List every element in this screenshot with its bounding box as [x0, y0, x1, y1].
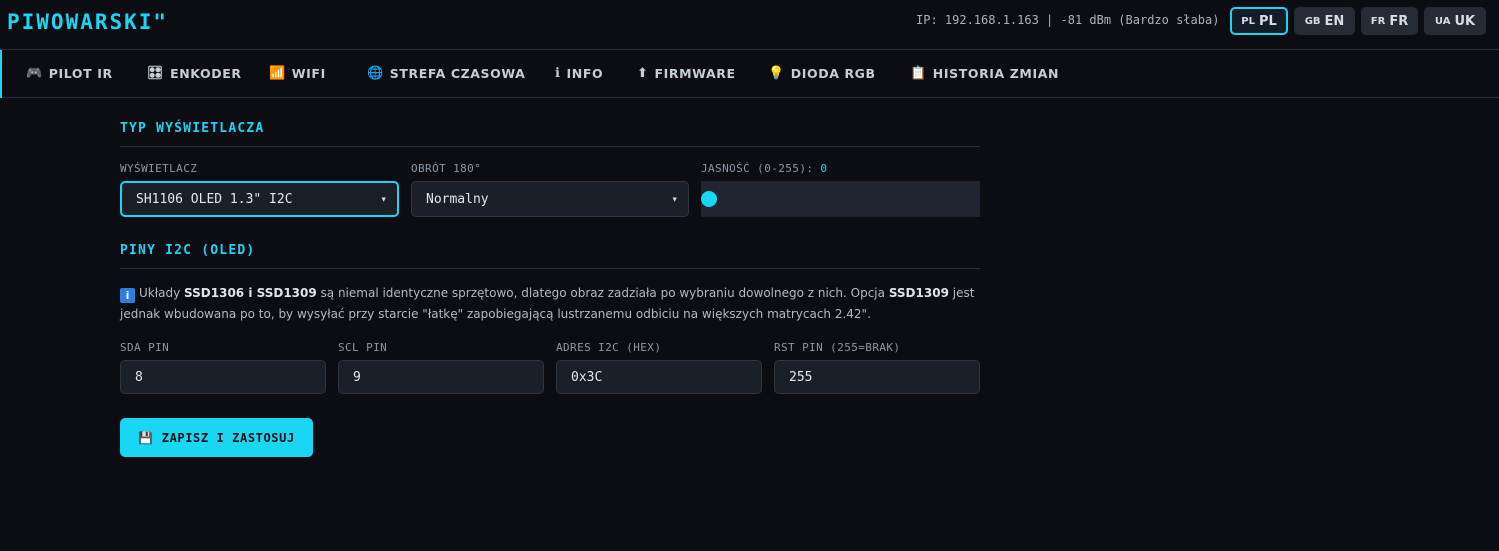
scl-pin-value: 9 [353, 369, 361, 385]
rotation-value: Normalny [426, 191, 489, 207]
encoder-icon: 🎛 [147, 66, 165, 81]
scl-pin-input[interactable]: 9 [338, 360, 544, 394]
tab-label: FIRMWARE [654, 66, 736, 81]
display-type-label: WYŚWIETLACZ [120, 162, 198, 175]
tab-label: PILOT IR [48, 66, 113, 81]
divider [120, 146, 980, 147]
tab-label: DIODA RGB [790, 66, 876, 81]
rotation-select[interactable]: Normalny ▾ [411, 181, 689, 217]
globe-icon: 🌐 [367, 66, 384, 81]
lang-button-uk[interactable]: UA UK [1424, 7, 1486, 35]
lang-button-pl[interactable]: PL PL [1230, 7, 1288, 35]
tab-historia-zmian[interactable]: 📋 HISTORIA ZMIAN [910, 66, 1059, 81]
note-bold-chips: SSD1306 i SSD1309 [184, 286, 317, 300]
brightness-label: JASNOŚĆ (0-255): 0 [701, 162, 827, 175]
flag-ua-icon: UA [1434, 15, 1451, 27]
tab-label: WIFI [291, 66, 326, 81]
chevron-down-icon: ▾ [380, 192, 387, 206]
sda-pin-value: 8 [135, 369, 143, 385]
i2c-info-note: i Układy SSD1306 i SSD1309 są niemal iden… [120, 283, 980, 325]
lang-label: EN [1324, 13, 1345, 29]
lang-label: PL [1258, 13, 1277, 29]
info-icon: ℹ [555, 66, 561, 81]
tab-wifi[interactable]: 📶 WIFI [269, 66, 326, 81]
tab-bar: 🎮 PILOT IR 🎛 ENKODER 📶 WIFI 🌐 STREFA CZA… [0, 50, 1499, 98]
top-bar: PIWOWARSKI" IP: 192.168.1.163 | -81 dBm … [0, 0, 1499, 50]
chevron-down-icon: ▾ [671, 192, 678, 206]
tab-strefa-czasowa[interactable]: 🌐 STREFA CZASOWA [367, 66, 525, 81]
brightness-value: 0 [820, 162, 828, 175]
wifi-signal-icon: 📶 [269, 66, 286, 81]
tab-label: ENKODER [170, 66, 242, 81]
note-text-prefix: Układy [139, 286, 185, 300]
rst-pin-value: 255 [789, 369, 813, 385]
floppy-disk-icon: 💾 [138, 430, 154, 445]
tab-pilot-ir[interactable]: 🎮 PILOT IR [26, 66, 113, 81]
flag-pl-icon: PL [1241, 15, 1255, 27]
scl-pin-label: SCL PIN [338, 341, 388, 354]
tab-enkoder[interactable]: 🎛 ENKODER [147, 66, 242, 81]
sda-pin-label: SDA PIN [120, 341, 170, 354]
note-text-mid: są niemal identyczne sprzętowo, dlatego … [316, 286, 889, 300]
divider [120, 268, 980, 269]
slider-thumb[interactable] [701, 191, 717, 207]
brightness-label-text: JASNOŚĆ (0-255): [701, 162, 814, 175]
lang-label: UK [1454, 13, 1476, 29]
i2c-address-value: 0x3C [571, 369, 603, 385]
light-bulb-icon: 💡 [768, 66, 785, 81]
tab-info[interactable]: ℹ INFO [555, 66, 603, 81]
lang-label: FR [1389, 13, 1409, 29]
sda-pin-input[interactable]: 8 [120, 360, 326, 394]
gamepad-icon: 🎮 [26, 66, 43, 81]
save-apply-button[interactable]: 💾 ZAPISZ I ZASTOSUJ [120, 418, 313, 457]
brand-title: PIWOWARSKI" [7, 10, 169, 34]
brightness-slider[interactable] [701, 181, 980, 217]
i2c-address-label: ADRES I2C (HEX) [556, 341, 662, 354]
save-button-label: ZAPISZ I ZASTOSUJ [161, 430, 295, 445]
clipboard-icon: 📋 [910, 66, 927, 81]
note-bold-ssd1309: SSD1309 [888, 286, 949, 300]
tab-firmware[interactable]: ⬆ FIRMWARE [637, 66, 736, 81]
display-type-select[interactable]: SH1106 OLED 1.3" I2C ▾ [120, 181, 399, 217]
tab-dioda-rgb[interactable]: 💡 DIODA RGB [768, 66, 876, 81]
display-type-value: SH1106 OLED 1.3" I2C [136, 191, 293, 207]
lang-button-fr[interactable]: FR FR [1361, 7, 1418, 35]
tab-label: HISTORIA ZMIAN [932, 66, 1060, 81]
rotation-label: OBRÓT 180° [411, 162, 482, 175]
upload-arrow-icon: ⬆ [637, 66, 649, 81]
info-icon: i [120, 288, 135, 303]
lang-button-en[interactable]: GB EN [1294, 7, 1355, 35]
flag-fr-icon: FR [1370, 15, 1386, 27]
connection-status: IP: 192.168.1.163 | -81 dBm (Bardzo słab… [916, 13, 1220, 27]
flag-gb-icon: GB [1304, 15, 1321, 27]
rst-pin-input[interactable]: 255 [774, 360, 980, 394]
tab-label: INFO [566, 66, 604, 81]
section-title-display: TYP WYŚWIETLACZA [120, 121, 265, 136]
section-title-i2c: PINY I2C (OLED) [120, 243, 256, 258]
tab-label: STREFA CZASOWA [389, 66, 526, 81]
i2c-address-input[interactable]: 0x3C [556, 360, 762, 394]
rst-pin-label: RST PIN (255=BRAK) [774, 341, 901, 354]
